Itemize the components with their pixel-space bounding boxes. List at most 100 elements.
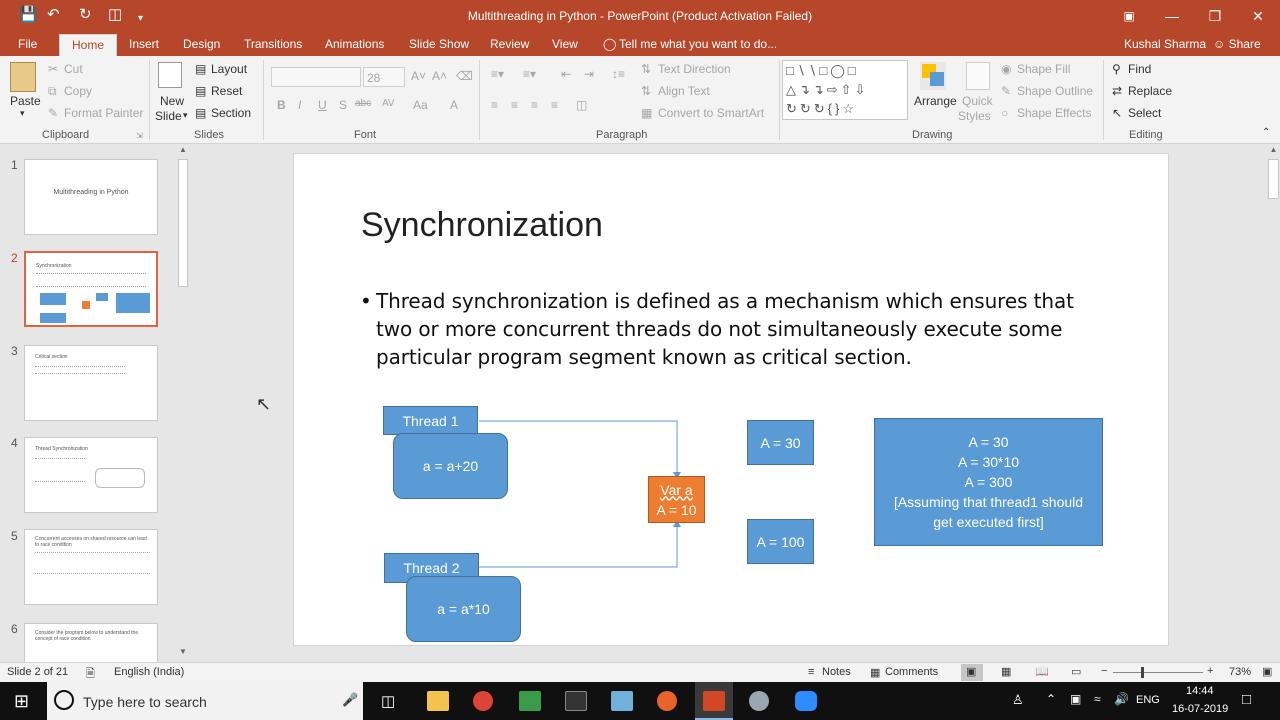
notes-button[interactable]: Notes xyxy=(822,666,851,678)
justify-icon[interactable]: ≡ xyxy=(551,98,558,112)
thumbnail-slide-4[interactable]: Thread Synchronization xyxy=(24,437,158,513)
char-spacing-button[interactable]: AV xyxy=(382,98,395,109)
numbering-icon[interactable]: ≡▾ xyxy=(523,67,536,81)
section-button[interactable]: Section xyxy=(211,106,251,120)
copy-button[interactable]: Copy xyxy=(64,84,92,98)
maximize-button[interactable]: ❐ xyxy=(1200,5,1230,27)
tab-insert[interactable]: Insert xyxy=(129,37,159,51)
spreadsheet-app-icon[interactable] xyxy=(519,691,541,711)
cut-button[interactable]: Cut xyxy=(64,62,83,76)
language-indicator[interactable]: English (India) xyxy=(114,666,184,678)
taskbar-search-box[interactable]: Type here to search 🎤 xyxy=(47,682,363,720)
zoom-in-icon[interactable]: + xyxy=(1207,665,1213,677)
grow-font-icon[interactable]: A˅ xyxy=(411,69,426,83)
shape-effects-button[interactable]: Shape Effects xyxy=(1017,106,1092,120)
tab-file[interactable]: File xyxy=(18,37,37,51)
increase-indent-icon[interactable]: ⇥ xyxy=(584,67,594,81)
shrink-font-icon[interactable]: A˄ xyxy=(432,69,447,83)
align-left-icon[interactable]: ≡ xyxy=(491,98,498,112)
paint-app-icon[interactable] xyxy=(749,691,769,711)
decrease-indent-icon[interactable]: ⇤ xyxy=(561,67,571,81)
slide[interactable]: Synchronization • Thread synchronization… xyxy=(293,153,1169,646)
shapes-gallery[interactable]: □∖∖□◯□ △↴↴⇨⇧⇩ ↻↻↻{}☆ xyxy=(782,60,908,120)
tab-slide-show[interactable]: Slide Show xyxy=(409,37,469,51)
format-painter-button[interactable]: Format Painter xyxy=(64,106,143,120)
text-direction-button[interactable]: Text Direction xyxy=(658,62,731,76)
user-name[interactable]: Kushal Sharma xyxy=(1124,37,1206,51)
new-slide-button[interactable]: New xyxy=(160,94,184,108)
quick-styles-icon[interactable] xyxy=(966,62,990,90)
thumbnail-slide-6[interactable]: Consider the program below to understand… xyxy=(24,623,158,663)
file-explorer-icon[interactable] xyxy=(427,691,449,711)
thread1-code-box[interactable]: a = a+20 xyxy=(393,433,508,499)
scroll-up-icon[interactable]: ▲ xyxy=(177,145,189,157)
tab-animations[interactable]: Animations xyxy=(325,37,384,51)
italic-button[interactable]: I xyxy=(298,98,301,112)
people-icon[interactable]: ♙ xyxy=(1012,692,1024,708)
a30-box[interactable]: A = 30 xyxy=(747,420,814,465)
notifications-icon[interactable]: □ xyxy=(1242,691,1251,708)
reset-button[interactable]: Reset xyxy=(211,84,242,98)
shape-fill-button[interactable]: Shape Fill xyxy=(1017,62,1070,76)
battery-icon[interactable]: ▣ xyxy=(1070,692,1081,706)
slideshow-view-icon[interactable]: ▭ xyxy=(1071,665,1081,678)
tab-home[interactable]: Home xyxy=(59,34,118,56)
wifi-icon[interactable]: ≈ xyxy=(1094,692,1101,706)
thumbnail-slide-2[interactable]: Synchronization xyxy=(24,251,158,327)
zoom-slider-thumb[interactable] xyxy=(1141,667,1144,678)
font-size-box[interactable]: 28 xyxy=(363,67,405,87)
thumbnail-slide-1[interactable]: Multithreading in Python xyxy=(24,159,158,235)
tell-me-box[interactable]: Tell me what you want to do... xyxy=(619,37,777,51)
ribbon-display-icon[interactable]: ▣ xyxy=(1114,5,1144,27)
chrome-icon[interactable] xyxy=(473,691,493,711)
underline-button[interactable]: U xyxy=(318,98,327,112)
thread1-label-box[interactable]: Thread 1 xyxy=(383,406,478,435)
select-button[interactable]: Select xyxy=(1128,106,1161,120)
a100-box[interactable]: A = 100 xyxy=(747,519,814,564)
language-tray[interactable]: ENG xyxy=(1136,694,1160,706)
fit-slide-icon[interactable]: ▣ xyxy=(1262,665,1272,678)
quick-styles-button[interactable]: Quick xyxy=(962,94,993,108)
result-box[interactable]: A = 30 A = 30*10 A = 300 [Assuming that … xyxy=(874,418,1103,546)
find-button[interactable]: Find xyxy=(1128,62,1151,76)
bold-button[interactable]: B xyxy=(277,98,286,112)
tab-view[interactable]: View xyxy=(552,37,578,51)
tab-design[interactable]: Design xyxy=(183,37,220,51)
zoom-out-icon[interactable]: − xyxy=(1101,665,1107,677)
microphone-icon[interactable]: 🎤 xyxy=(342,692,358,708)
slide-scrollbar[interactable]: ▲ xyxy=(1267,145,1280,660)
convert-smartart-button[interactable]: Convert to SmartArt xyxy=(658,106,764,120)
quick-styles-button-line2[interactable]: Styles xyxy=(958,109,991,123)
terminal-icon[interactable] xyxy=(565,691,587,711)
thumbnail-slide-3[interactable]: Critical section xyxy=(24,345,158,421)
collapse-ribbon-icon[interactable]: ⌃ xyxy=(1262,127,1270,138)
align-text-button[interactable]: Align Text xyxy=(658,84,710,98)
clear-format-icon[interactable]: ⌫ xyxy=(456,69,473,83)
scroll-down-icon[interactable]: ▼ xyxy=(177,647,189,659)
shadow-button[interactable]: S xyxy=(339,98,347,112)
align-center-icon[interactable]: ≡ xyxy=(511,98,518,112)
replace-button[interactable]: Replace xyxy=(1128,84,1172,98)
share-button[interactable]: ☺ Share xyxy=(1213,37,1261,51)
volume-icon[interactable]: 🔊 xyxy=(1114,692,1129,706)
editor-app-icon[interactable] xyxy=(611,691,633,711)
slide-sorter-icon[interactable]: ▦ xyxy=(1001,665,1011,678)
minimize-button[interactable]: — xyxy=(1157,5,1187,27)
line-spacing-icon[interactable]: ↕≡ xyxy=(612,67,625,81)
zoom-level[interactable]: 73% xyxy=(1229,666,1251,678)
paste-icon[interactable] xyxy=(10,62,36,92)
arrange-button[interactable]: Arrange xyxy=(914,94,957,108)
new-slide-button-line2[interactable]: Slide xyxy=(155,109,182,123)
bullets-icon[interactable]: ≡▾ xyxy=(491,67,504,81)
zoom-slider[interactable] xyxy=(1113,672,1203,673)
scroll-thumb[interactable] xyxy=(1268,159,1279,199)
paste-button[interactable]: Paste xyxy=(10,94,41,108)
new-slide-icon[interactable] xyxy=(158,62,182,88)
close-button[interactable]: ✕ xyxy=(1243,5,1273,27)
video-app-icon[interactable] xyxy=(795,691,817,711)
task-view-icon[interactable]: ◫ xyxy=(381,692,395,710)
thumbnail-slide-5[interactable]: Concurrent accesses on shared resource c… xyxy=(24,529,158,605)
clock-date[interactable]: 16-07-2019 xyxy=(1172,703,1228,715)
sync-app-icon[interactable] xyxy=(657,691,677,711)
dropdown-icon[interactable]: ▾ xyxy=(183,110,188,121)
